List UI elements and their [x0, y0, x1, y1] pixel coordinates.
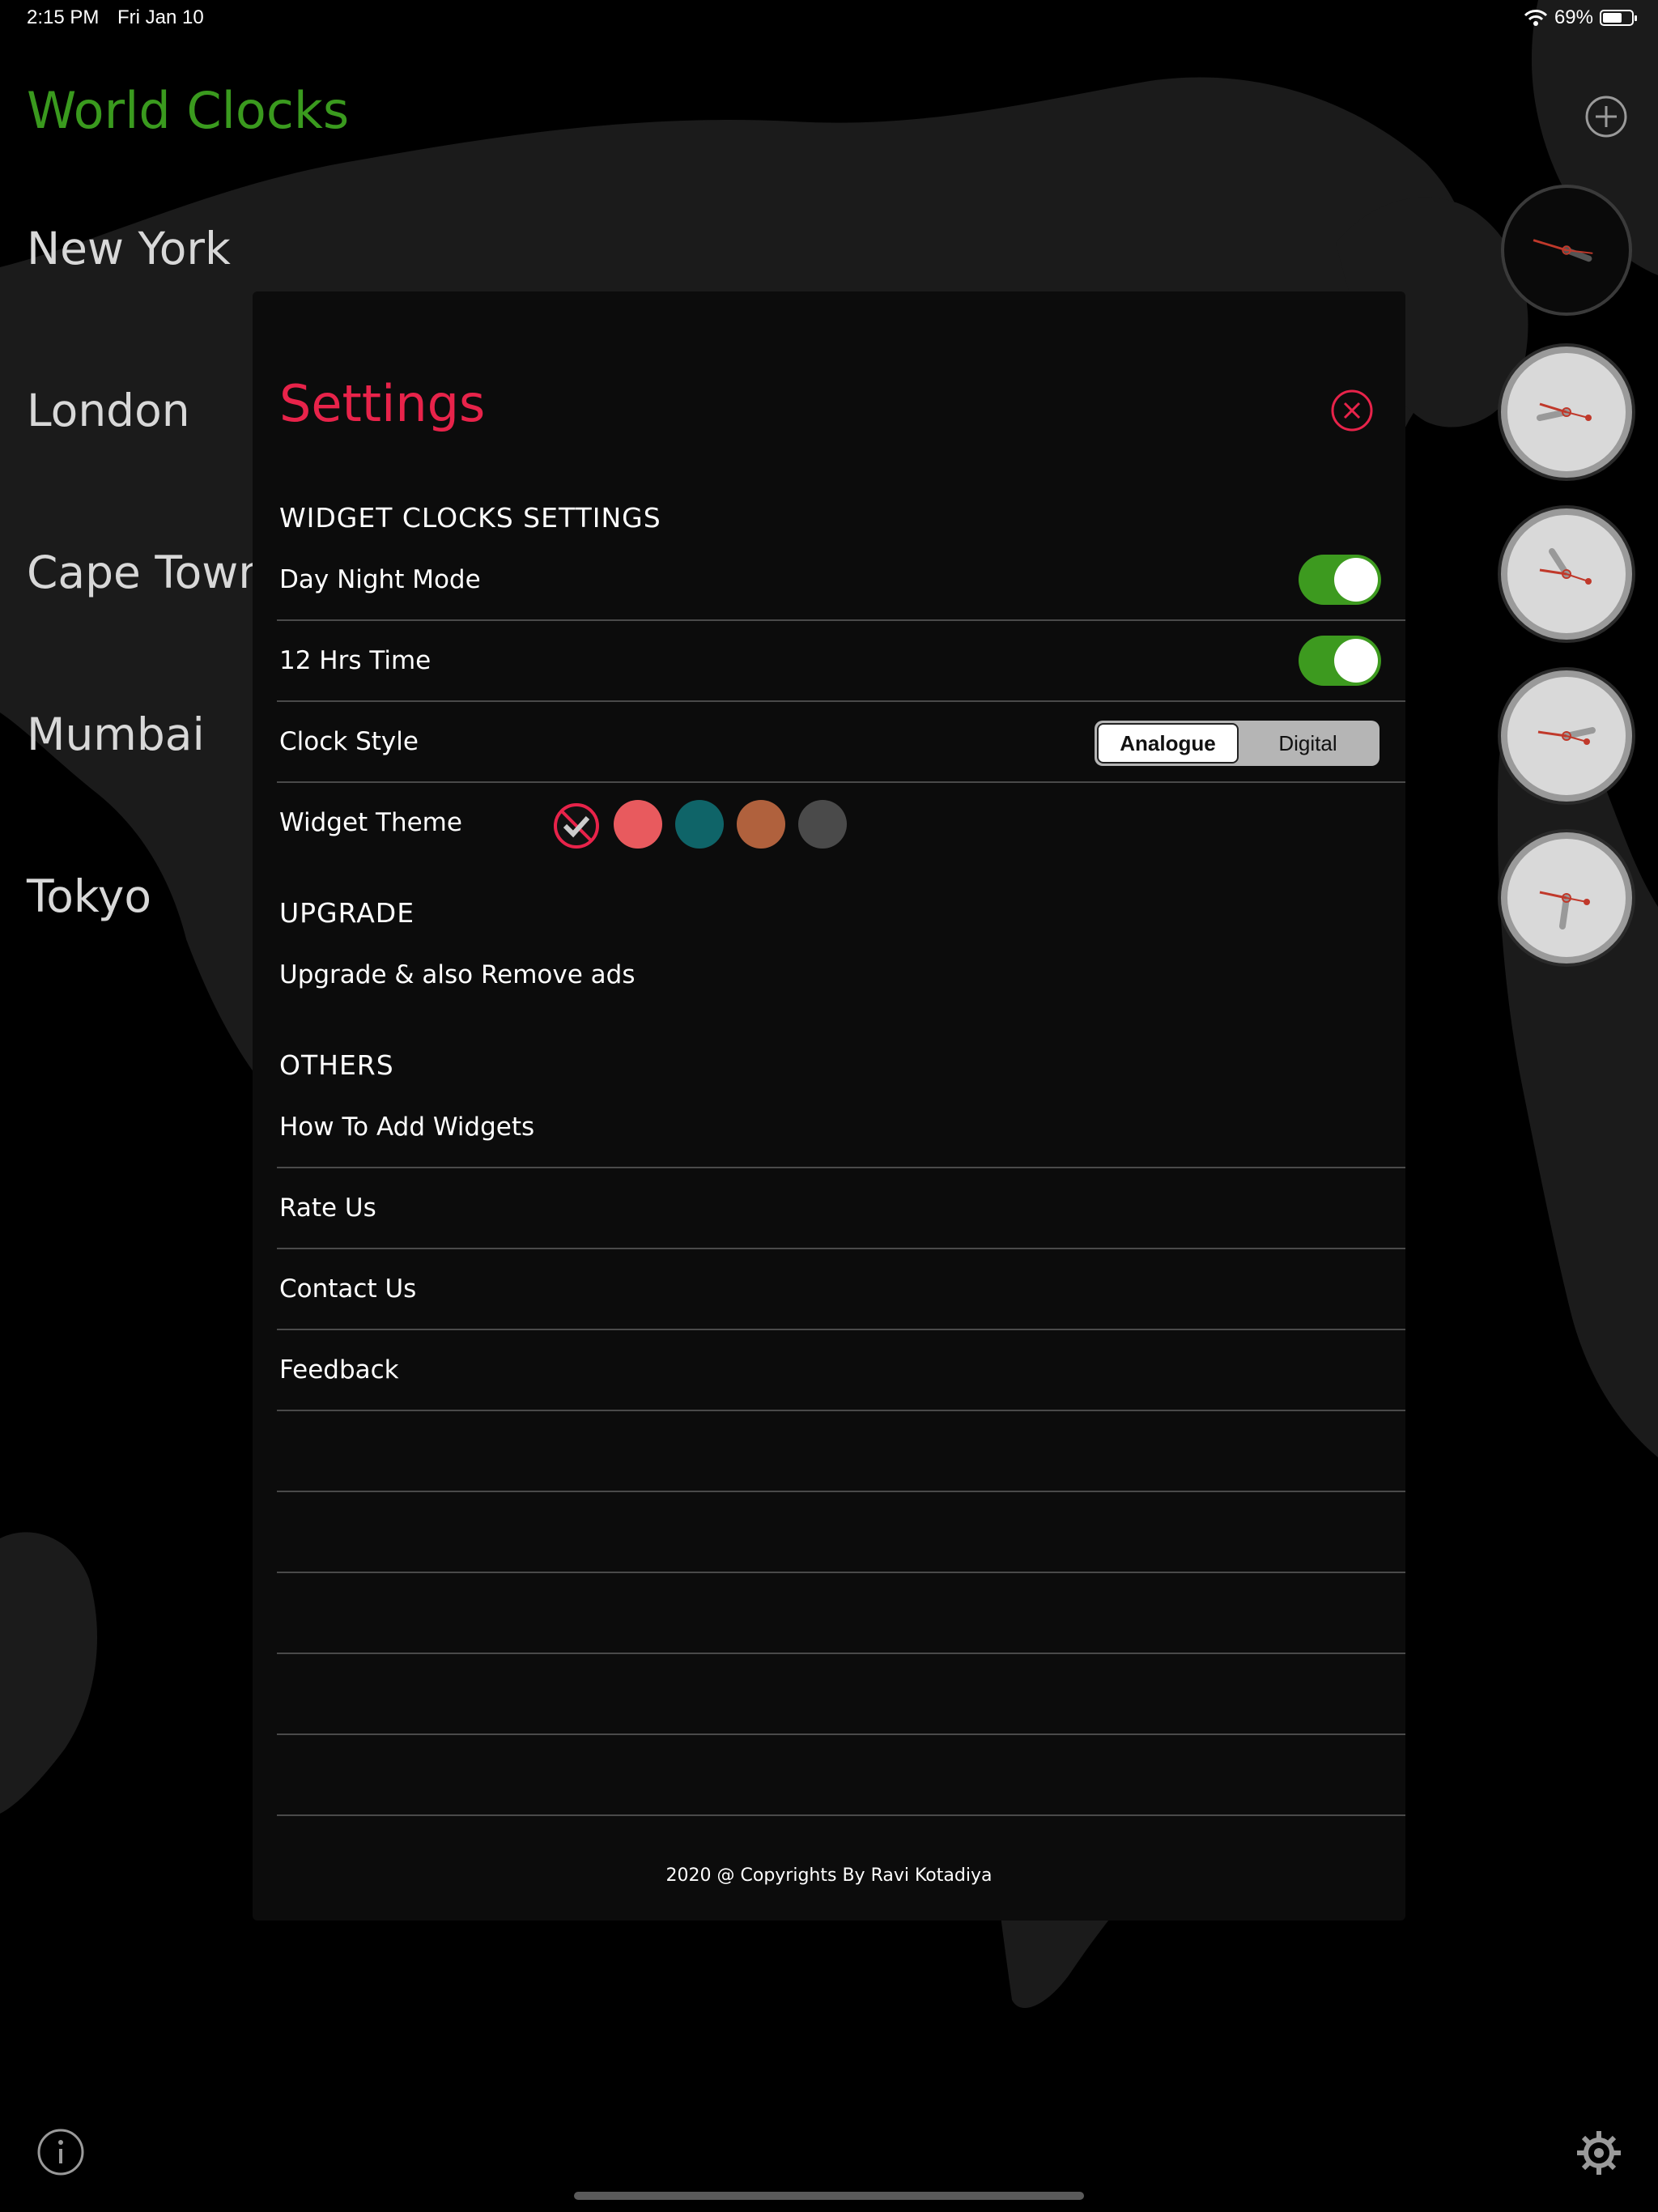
clock-face-icon — [1539, 891, 1590, 929]
battery-icon — [1600, 10, 1637, 26]
day-night-mode-toggle[interactable] — [1299, 555, 1381, 605]
theme-swatch-teal[interactable] — [675, 800, 724, 849]
wifi-icon — [1524, 10, 1548, 26]
clock-style-analogue[interactable]: Analogue — [1097, 723, 1239, 764]
section-upgrade: UPGRADE — [279, 897, 415, 929]
12-hrs-time-label: 12 Hrs Time — [279, 646, 432, 675]
clock-style-digital[interactable]: Digital — [1239, 723, 1377, 764]
feedback[interactable]: Feedback — [279, 1355, 399, 1385]
clock-tokyo[interactable] — [1501, 832, 1632, 963]
divider — [277, 619, 1405, 621]
city-new-york[interactable]: New York — [27, 223, 231, 274]
divider — [277, 1491, 1405, 1492]
close-icon[interactable] — [1330, 389, 1374, 432]
status-date: Fri Jan 10 — [117, 6, 204, 28]
status-right: 69% — [1524, 6, 1637, 29]
theme-none-icon[interactable] — [552, 802, 601, 850]
divider — [277, 1653, 1405, 1654]
toggle-knob — [1334, 558, 1378, 602]
upgrade-remove-ads[interactable]: Upgrade & also Remove ads — [279, 960, 635, 989]
divider — [277, 1329, 1405, 1330]
day-night-mode-label: Day Night Mode — [279, 565, 481, 594]
clock-london[interactable] — [1501, 347, 1632, 478]
info-icon[interactable] — [36, 2128, 85, 2176]
city-mumbai[interactable]: Mumbai — [27, 708, 205, 760]
toggle-knob — [1334, 639, 1378, 683]
battery-percentage: 69% — [1554, 6, 1593, 28]
settings-panel — [253, 291, 1405, 1921]
clock-face-icon — [1539, 548, 1592, 585]
clock-face-icon — [1537, 727, 1596, 745]
app-title: World Clocks — [27, 81, 350, 140]
divider — [277, 1814, 1405, 1816]
clock-face-icon — [1533, 239, 1593, 262]
clock-mumbai[interactable] — [1501, 670, 1632, 802]
city-cape-town[interactable]: Cape Town — [27, 547, 266, 598]
contact-us[interactable]: Contact Us — [279, 1274, 416, 1304]
divider — [277, 1167, 1405, 1168]
divider — [277, 1572, 1405, 1573]
divider — [277, 700, 1405, 702]
theme-swatch-brown[interactable] — [737, 800, 785, 849]
city-london[interactable]: London — [27, 385, 190, 436]
copyright-text: 2020 @ Copyrights By Ravi Kotadiya — [665, 1865, 993, 1886]
gear-icon[interactable] — [1574, 2128, 1624, 2178]
clock-style-segmented-control[interactable]: Analogue Digital — [1095, 721, 1380, 766]
clock-style-label: Clock Style — [279, 727, 419, 756]
divider — [277, 1248, 1405, 1249]
section-widget-settings: WIDGET CLOCKS SETTINGS — [279, 502, 661, 534]
clock-face-icon — [1537, 402, 1592, 421]
section-others: OTHERS — [279, 1049, 394, 1081]
home-indicator[interactable] — [574, 2192, 1084, 2200]
divider — [277, 781, 1405, 783]
12-hrs-time-toggle[interactable] — [1299, 636, 1381, 686]
divider — [277, 1410, 1405, 1411]
settings-title: Settings — [279, 374, 486, 433]
battery-fill — [1603, 13, 1622, 23]
clock-cape-town[interactable] — [1501, 508, 1632, 640]
rate-us[interactable]: Rate Us — [279, 1193, 376, 1223]
how-to-add-widgets[interactable]: How To Add Widgets — [279, 1112, 534, 1142]
status-time: 2:15 PM — [27, 6, 100, 28]
clock-new-york[interactable] — [1501, 185, 1632, 316]
city-tokyo[interactable]: Tokyo — [27, 870, 151, 922]
divider — [277, 1733, 1405, 1735]
add-clock-button[interactable] — [1584, 95, 1628, 138]
theme-swatch-gray[interactable] — [798, 800, 847, 849]
widget-theme-label: Widget Theme — [279, 808, 462, 837]
theme-swatch-red[interactable] — [614, 800, 662, 849]
